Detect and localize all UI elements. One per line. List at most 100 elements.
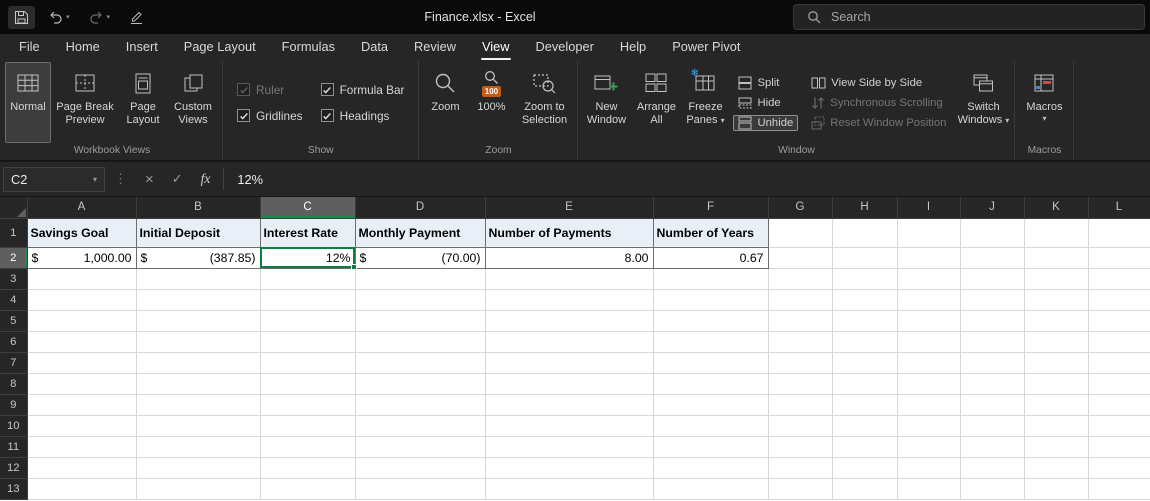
cell[interactable] xyxy=(960,268,1025,290)
cell[interactable] xyxy=(260,310,356,332)
cell[interactable] xyxy=(1088,352,1150,374)
tab-help[interactable]: Help xyxy=(607,34,659,61)
cell[interactable] xyxy=(960,415,1025,437)
column-header-a[interactable]: A xyxy=(27,197,137,219)
cell[interactable] xyxy=(1088,478,1150,500)
row-header-12[interactable]: 12 xyxy=(0,457,28,479)
cell[interactable] xyxy=(1088,331,1150,353)
cell[interactable] xyxy=(897,247,961,269)
cell[interactable] xyxy=(653,394,769,416)
cell[interactable] xyxy=(260,415,356,437)
cell[interactable] xyxy=(260,289,356,311)
page-layout-view-button[interactable]: Page Layout xyxy=(119,62,167,143)
cell-a1[interactable]: Savings Goal xyxy=(26,217,137,248)
cell[interactable] xyxy=(653,415,769,437)
page-break-preview-button[interactable]: Page Break Preview xyxy=(51,62,119,143)
cell[interactable] xyxy=(260,436,356,458)
row-header-13[interactable]: 13 xyxy=(0,478,28,500)
cell[interactable] xyxy=(897,268,961,290)
cell[interactable] xyxy=(27,331,137,353)
row-header-11[interactable]: 11 xyxy=(0,436,28,458)
reset-window-position-button[interactable]: Reset Window Position xyxy=(806,115,951,131)
cell[interactable] xyxy=(355,436,486,458)
cell[interactable] xyxy=(960,436,1025,458)
cell[interactable] xyxy=(260,457,356,479)
cell[interactable] xyxy=(653,478,769,500)
cell[interactable] xyxy=(832,310,898,332)
cell[interactable] xyxy=(1088,457,1150,479)
cell[interactable] xyxy=(1088,289,1150,311)
cell-b1[interactable]: Initial Deposit xyxy=(135,217,261,248)
cell[interactable] xyxy=(653,268,769,290)
cell[interactable] xyxy=(897,436,961,458)
tab-home[interactable]: Home xyxy=(53,34,113,61)
cell-d2[interactable]: $ (70.00) xyxy=(354,246,486,269)
cell[interactable] xyxy=(355,352,486,374)
row-header-2[interactable]: 2 xyxy=(0,247,28,269)
cell[interactable] xyxy=(485,352,654,374)
cell[interactable] xyxy=(832,457,898,479)
cell[interactable] xyxy=(832,268,898,290)
cell[interactable] xyxy=(1088,436,1150,458)
cell[interactable] xyxy=(136,289,261,311)
search-box[interactable]: Search xyxy=(793,4,1145,30)
select-all-corner[interactable] xyxy=(0,197,28,219)
view-side-by-side-button[interactable]: View Side by Side xyxy=(806,75,951,91)
cell-e1[interactable]: Number of Payments xyxy=(484,217,654,248)
column-header-j[interactable]: J xyxy=(960,197,1025,219)
cell[interactable] xyxy=(1088,415,1150,437)
cell[interactable] xyxy=(27,457,137,479)
cell[interactable] xyxy=(832,331,898,353)
dots-separator-icon[interactable]: ⋮ xyxy=(114,171,127,187)
split-button[interactable]: Split xyxy=(733,75,798,91)
cell[interactable] xyxy=(897,331,961,353)
cell[interactable] xyxy=(897,415,961,437)
tab-view[interactable]: View xyxy=(469,34,523,61)
cell[interactable] xyxy=(960,331,1025,353)
cell[interactable] xyxy=(1024,331,1089,353)
cell[interactable] xyxy=(768,478,833,500)
cell[interactable] xyxy=(136,331,261,353)
zoom-to-selection-button[interactable]: Zoom to Selection xyxy=(514,62,574,143)
row-header-4[interactable]: 4 xyxy=(0,289,28,311)
column-header-i[interactable]: I xyxy=(897,197,961,219)
cell[interactable] xyxy=(768,247,833,269)
cell-c2-selected[interactable]: 12% xyxy=(259,246,357,270)
cell[interactable] xyxy=(260,331,356,353)
fill-handle[interactable] xyxy=(350,263,357,270)
cell[interactable] xyxy=(355,289,486,311)
row-header-10[interactable]: 10 xyxy=(0,415,28,437)
cell[interactable] xyxy=(485,415,654,437)
cell[interactable] xyxy=(653,373,769,395)
cell[interactable] xyxy=(355,373,486,395)
cell[interactable] xyxy=(485,373,654,395)
cell[interactable] xyxy=(768,352,833,374)
cell[interactable] xyxy=(355,310,486,332)
cell[interactable] xyxy=(897,218,961,248)
cell[interactable] xyxy=(960,218,1025,248)
cell[interactable] xyxy=(653,457,769,479)
cell-d1[interactable]: Monthly Payment xyxy=(354,217,486,248)
cell[interactable] xyxy=(1024,373,1089,395)
row-header-7[interactable]: 7 xyxy=(0,352,28,374)
cell[interactable] xyxy=(485,457,654,479)
cell[interactable] xyxy=(897,352,961,374)
column-header-d[interactable]: D xyxy=(355,197,486,219)
cell[interactable] xyxy=(897,289,961,311)
enter-icon[interactable]: ✓ xyxy=(172,171,183,187)
cell[interactable] xyxy=(960,289,1025,311)
cell[interactable] xyxy=(960,373,1025,395)
cell[interactable] xyxy=(27,310,137,332)
row-header-1[interactable]: 1 xyxy=(0,218,28,248)
cell[interactable] xyxy=(768,415,833,437)
cell-a2[interactable]: $1,000.00 xyxy=(26,246,137,269)
cell[interactable] xyxy=(1088,373,1150,395)
cell[interactable] xyxy=(768,331,833,353)
cell[interactable] xyxy=(768,218,833,248)
row-header-5[interactable]: 5 xyxy=(0,310,28,332)
cell[interactable] xyxy=(768,289,833,311)
cell-f2[interactable]: 0.67 xyxy=(652,246,769,269)
tab-file[interactable]: File xyxy=(6,34,53,61)
formula-bar-checkbox[interactable]: Formula Bar xyxy=(320,83,404,97)
tab-review[interactable]: Review xyxy=(401,34,469,61)
